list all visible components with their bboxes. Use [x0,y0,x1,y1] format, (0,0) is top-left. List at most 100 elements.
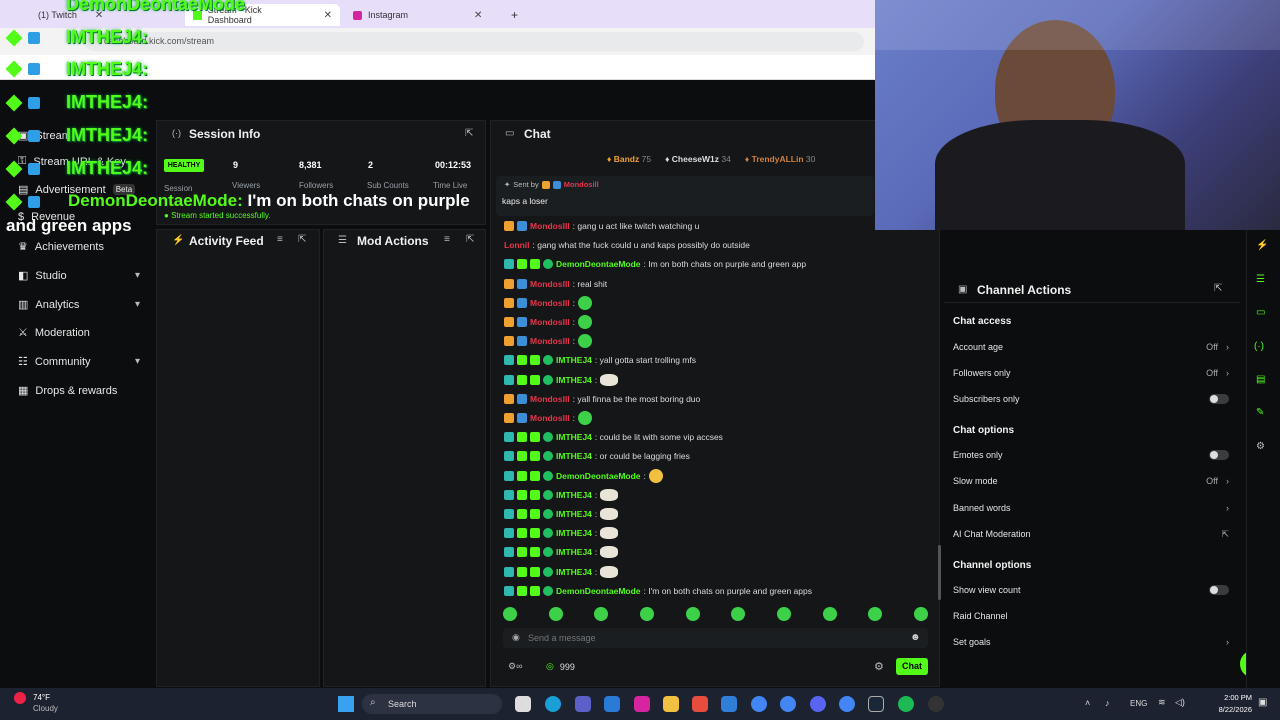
emote-icon[interactable] [503,607,517,621]
steam-icon[interactable] [868,696,884,712]
subscribers-only-toggle[interactable] [1209,394,1229,404]
sidebar-item-community[interactable]: ☷ Community ▾ [18,355,140,369]
sidebar-item-achievements[interactable]: ♛ Achievements [18,240,140,254]
chat-username[interactable]: MondosIll [530,298,570,308]
chevron-up-icon[interactable]: ˄ [1085,698,1090,708]
chat-username[interactable]: IMTHEJ4 [556,355,592,365]
emotes-only-toggle[interactable] [1209,450,1229,460]
sidebar-item-moderation[interactable]: ⚔ Moderation [18,326,140,340]
chat-username[interactable]: IMTHEJ4 [556,451,592,461]
channel-points[interactable]: ◎ 999 [546,661,575,672]
app-icon[interactable] [721,696,737,712]
store-icon[interactable] [604,696,620,712]
mic-icon[interactable]: ♪ [1105,698,1110,708]
spotify-icon[interactable] [898,696,914,712]
emote-icon[interactable] [913,607,928,621]
chat-username[interactable]: DemonDeontaeMode [556,586,641,596]
tab-instagram[interactable]: Instagram ✕ [345,4,500,26]
volume-icon[interactable]: ◁) [1175,697,1185,708]
chat-username[interactable]: IMTHEJ4 [556,528,592,538]
divider [944,302,1240,303]
emote-icon[interactable] [822,607,837,621]
chat-username[interactable]: DemonDeontaeMode [556,471,641,481]
sidebar-item-analytics[interactable]: ▥ Analytics ▾ [18,298,140,312]
chat-username[interactable]: IMTHEJ4 [556,509,592,519]
chat-username[interactable]: MondosIll [530,279,570,289]
filter-icon[interactable]: ≡ [444,234,450,245]
new-tab-button[interactable]: + [503,4,526,26]
gear-icon[interactable]: ⚙ [874,660,884,673]
wrench-icon[interactable]: ✎ [1256,407,1264,418]
emote-icon[interactable] [639,607,654,621]
chrome-icon[interactable] [780,696,796,712]
slow-mode-row[interactable]: Slow mode Off › [953,473,1229,489]
raid-channel-row[interactable]: Raid Channel [953,608,1229,624]
ai-moderation-row[interactable]: AI Chat Moderation ⇱ [953,526,1229,542]
windows-start-icon[interactable] [338,696,354,712]
chat-username[interactable]: IMTHEJ4 [556,375,592,385]
emote-icon[interactable] [868,607,883,621]
close-icon[interactable]: ✕ [324,10,332,21]
popout-icon[interactable]: ⇱ [465,128,473,139]
chat-username[interactable]: MondosIll [530,413,570,423]
chrome-icon[interactable] [839,696,855,712]
edge-icon[interactable] [545,696,561,712]
teams-icon[interactable] [575,696,591,712]
wifi-icon[interactable]: ≋ [1158,697,1166,708]
chat-icon[interactable]: ▭ [1256,307,1265,318]
account-age-row[interactable]: Account age Off › [953,339,1229,355]
chat-username[interactable]: MondosIll [530,336,570,346]
emote-icon[interactable] [594,607,609,621]
send-chat-button[interactable]: Chat [896,658,928,675]
chat-username[interactable]: MondosIll [530,317,570,327]
url-input[interactable]: dashboard.kick.com/stream [84,32,864,51]
emoji-icon[interactable]: ☻ [910,632,921,643]
emote-icon[interactable] [731,607,746,621]
close-icon[interactable]: ✕ [474,10,482,21]
followers-only-row[interactable]: Followers only Off › [953,365,1229,381]
sidebar-item-drops[interactable]: ▦ Drops & rewards [18,384,140,398]
obs-icon[interactable] [928,696,944,712]
weather-icon[interactable] [14,692,26,704]
chat-username[interactable]: IMTHEJ4 [556,432,592,442]
app-icon[interactable] [692,696,708,712]
notification-icon[interactable]: ▣ [1258,697,1267,708]
discord-icon[interactable] [810,696,826,712]
popout-icon[interactable]: ⇱ [298,234,306,245]
sidebar-item-studio[interactable]: ◧ Studio ▾ [18,269,140,283]
chat-username[interactable]: IMTHEJ4 [556,547,592,557]
chevron-right-icon: › [1226,342,1229,352]
banned-words-row[interactable]: Banned words › [953,500,1229,516]
chat-username[interactable]: MondosIll [530,394,570,404]
taskbar-search[interactable]: ⌕ Search [362,694,502,714]
pinned-username[interactable]: Mondosill [564,180,599,189]
panel-icon[interactable]: ▤ [1256,374,1265,385]
popout-icon[interactable]: ⇱ [1214,283,1222,294]
list-icon[interactable]: ☰ [1256,274,1265,285]
emote-icon[interactable] [776,607,791,621]
bolt-icon[interactable]: ⚡ [1256,240,1268,251]
chat-username[interactable]: IMTHEJ4 [556,567,592,577]
chat-message-input[interactable] [528,631,898,645]
emote-icon[interactable] [685,607,700,621]
live-icon[interactable]: (·) [1254,341,1264,352]
folder-icon[interactable] [663,696,679,712]
emote-icon[interactable] [548,607,563,621]
taskview-icon[interactable] [515,696,531,712]
filter-icon[interactable]: ≡ [277,234,283,245]
clock-date[interactable]: 8/22/2026 [1212,705,1252,714]
chat-username[interactable]: DemonDeontaeMode [556,259,641,269]
chat-username[interactable]: MondosIll [530,221,570,231]
language-indicator[interactable]: ENG [1130,699,1147,708]
show-view-count-toggle[interactable] [1209,585,1229,595]
add-widget-icon[interactable]: ⚙ [1256,441,1265,452]
settings-icon[interactable]: ⚙∞ [508,661,522,672]
set-goals-row[interactable]: Set goals › [953,634,1229,650]
popout-icon[interactable]: ⇱ [466,234,474,245]
instagram-icon[interactable] [634,696,650,712]
chat-username[interactable]: IMTHEJ4 [556,490,592,500]
chat-username[interactable]: Lonnil [504,240,530,250]
chrome-icon[interactable] [751,696,767,712]
chat-scrollbar[interactable] [938,545,941,600]
clock-time[interactable]: 2:00 PM [1222,693,1252,702]
